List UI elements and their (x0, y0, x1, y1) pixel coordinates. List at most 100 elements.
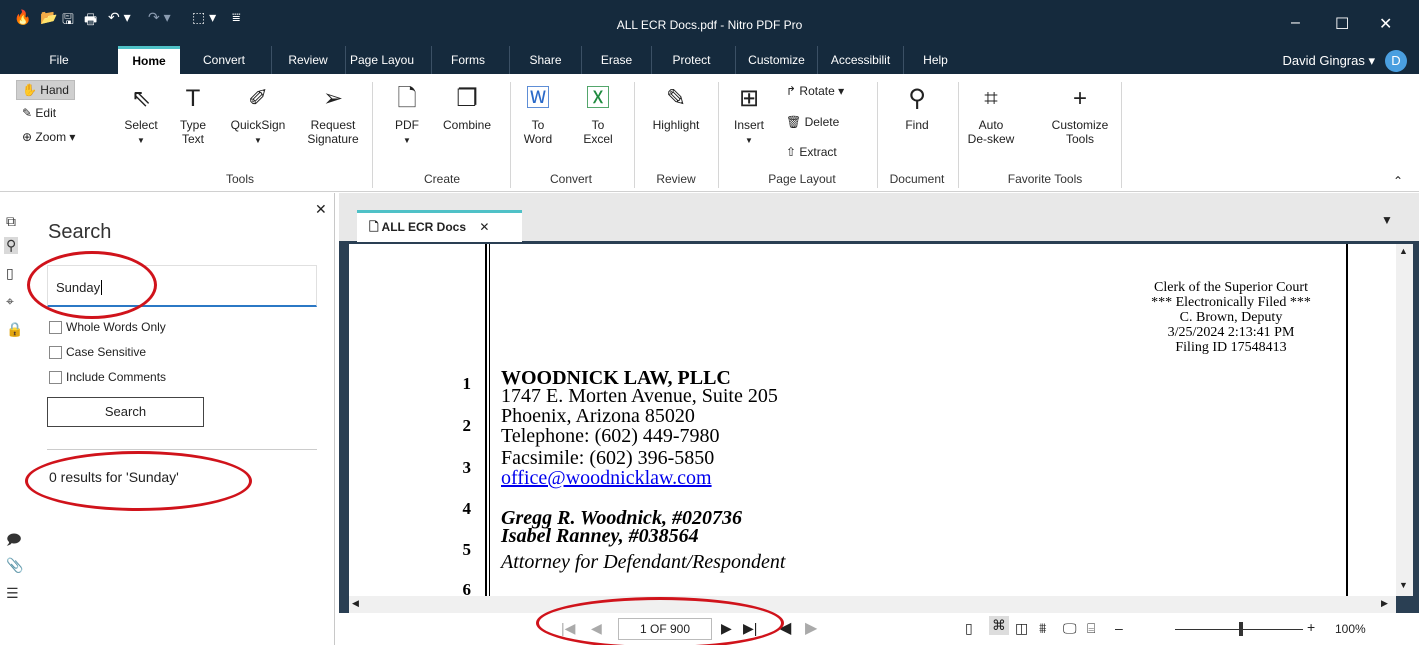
pdf-page[interactable]: Clerk of the Superior Court *** Electron… (349, 244, 1396, 596)
quicksign-button[interactable]: ✐ QuickSign ▼ (224, 84, 292, 148)
close-panel-icon[interactable]: ✕ (315, 201, 327, 218)
highlight-button[interactable]: ✎ Highlight (641, 84, 711, 132)
include-comments-checkbox[interactable]: Include Comments (49, 369, 166, 385)
single-page-view-icon[interactable]: ▯ (965, 620, 973, 637)
edit-tool[interactable]: ✎ Edit (22, 106, 56, 120)
send-icon: ➢ (322, 85, 344, 112)
zoom-level-text: 100% (1335, 622, 1366, 636)
email-link[interactable]: office@woodnicklaw.com (501, 468, 712, 488)
group-divider (958, 82, 959, 188)
customize-tools-button[interactable]: + Customize Tools (1040, 84, 1120, 146)
horizontal-scrollbar[interactable]: ◀ ▶ (349, 596, 1396, 613)
select-button[interactable]: ⇖ Select ▼ (118, 84, 164, 148)
line-number: 5 (462, 540, 472, 559)
group-divider (877, 82, 878, 188)
type-text-button[interactable]: T Type Text (173, 84, 213, 146)
vertical-scrollbar[interactable]: ▲ ▼ (1396, 244, 1413, 596)
group-page-layout-label: Page Layout (768, 172, 836, 186)
trash-icon: 🗑 (786, 115, 802, 129)
document-tab[interactable]: 🗋 ALL ECR Docs ✕ (357, 210, 522, 242)
zoom-slider-thumb[interactable] (1239, 622, 1243, 636)
case-sensitive-label: Case Sensitive (66, 345, 147, 359)
maximize-icon[interactable]: ☐ (1335, 14, 1349, 34)
two-page-view-icon[interactable]: ◫ (1015, 620, 1028, 637)
menu-share[interactable]: Share (509, 46, 581, 74)
menu-page-layout[interactable]: Page Layou (345, 46, 418, 74)
attachment-icon[interactable]: 📎 (6, 557, 23, 574)
minimize-icon[interactable]: – (1291, 14, 1300, 32)
hand-tool[interactable]: ✋ Hand (16, 80, 75, 100)
forward-view-icon[interactable]: ▶ (805, 618, 817, 638)
full-screen-icon[interactable]: ⌸ (1087, 620, 1095, 637)
lock-icon[interactable]: 🔒 (6, 321, 23, 338)
group-create-label: Create (423, 172, 461, 186)
scroll-up-icon[interactable]: ▲ (1399, 246, 1408, 256)
filing-stamp: Clerk of the Superior Court *** Electron… (1116, 280, 1346, 355)
menu-protect[interactable]: Protect (651, 46, 731, 74)
to-excel-label: To Excel (583, 118, 613, 146)
output-icon[interactable]: ☰ (6, 585, 19, 602)
close-icon[interactable]: ✕ (1379, 14, 1392, 34)
delete-button[interactable]: 🗑 Delete (786, 115, 839, 129)
menu-customize[interactable]: Customize (735, 46, 817, 74)
scroll-down-icon[interactable]: ▼ (1399, 580, 1408, 590)
combine-label: Combine (442, 118, 492, 132)
margin-rule (1346, 244, 1348, 596)
pages-icon[interactable]: ⧉ (6, 213, 16, 230)
chevron-down-icon: ▼ (745, 136, 753, 145)
zoom-in-icon[interactable]: + (1307, 619, 1315, 635)
comment-icon[interactable]: 🗩 (6, 529, 22, 553)
extract-icon: ⇧ (786, 145, 797, 159)
auto-deskew-label: Auto De-skew (967, 118, 1015, 146)
user-menu[interactable]: David Gingras ▾ (1282, 50, 1375, 72)
menu-help[interactable]: Help (903, 46, 967, 74)
request-signature-button[interactable]: ➢ Request Signature (298, 84, 368, 146)
find-button[interactable]: ⚲ Find (892, 84, 942, 132)
auto-deskew-button[interactable]: ⌗ Auto De-skew (965, 84, 1017, 146)
to-word-label: To Word (523, 118, 553, 146)
collapse-ribbon-icon[interactable]: ⌃ (1393, 174, 1403, 188)
status-bar: |◀ ◀ 1 OF 900 ▶ ▶| ◀ ▶ ▯ ⌘ ◫ ⩩ 🖵 ⌸ – + 1… (339, 613, 1419, 645)
pdf-label: PDF (395, 118, 419, 132)
presentation-view-icon[interactable]: 🖵 (1063, 620, 1077, 637)
menu-review[interactable]: Review (271, 46, 344, 74)
extract-label: Extract (799, 145, 837, 159)
line-number: 4 (462, 499, 472, 518)
menu-file[interactable]: File (30, 46, 88, 74)
two-page-continuous-icon[interactable]: ⩩ (1039, 620, 1046, 637)
case-sensitive-checkbox[interactable]: Case Sensitive (49, 344, 146, 360)
extract-button[interactable]: ⇧ Extract (786, 145, 837, 159)
edit-icon: ✎ (22, 106, 33, 120)
scroll-left-icon[interactable]: ◀ (352, 598, 359, 609)
avatar[interactable]: D (1385, 50, 1407, 72)
search-icon[interactable]: ⚲ (4, 237, 19, 254)
zoom-tool[interactable]: ⊕ Zoom ▾ (22, 130, 75, 144)
menu-forms[interactable]: Forms (431, 46, 504, 74)
combine-button[interactable]: ❐ Combine (437, 84, 497, 132)
rotate-button[interactable]: ↱ Rotate ▾ (786, 84, 844, 98)
line-number: 1 (462, 374, 472, 393)
edit-label: Edit (35, 106, 57, 120)
search-button[interactable]: Search (47, 397, 204, 427)
tab-list-chevron-icon[interactable]: ▼ (1381, 213, 1393, 227)
insert-button[interactable]: ⊞ Insert ▼ (727, 84, 771, 148)
word-icon: 🅆 (526, 85, 550, 112)
to-excel-button[interactable]: 🅇 To Excel (578, 84, 618, 146)
to-word-button[interactable]: 🅆 To Word (520, 84, 556, 146)
whole-words-checkbox[interactable]: Whole Words Only (49, 319, 166, 335)
continuous-view-icon[interactable]: ⌘ (989, 616, 1009, 635)
menu-erase[interactable]: Erase (581, 46, 651, 74)
menu-convert[interactable]: Convert (187, 46, 261, 74)
zoom-out-icon[interactable]: – (1115, 620, 1123, 636)
tab-close-icon[interactable]: ✕ (479, 220, 489, 234)
menu-home[interactable]: Home (118, 46, 180, 74)
deskew-icon: ⌗ (984, 85, 998, 112)
group-divider (634, 82, 635, 188)
stamp-line: Filing ID 17548413 (1175, 340, 1287, 355)
pdf-button[interactable]: 🗋 PDF ▼ (387, 84, 427, 148)
role-line: Attorney for Defendant/Respondent (501, 551, 786, 573)
scroll-right-icon[interactable]: ▶ (1381, 598, 1388, 609)
bookmark-icon[interactable]: ▯ (6, 265, 14, 282)
menu-accessibility[interactable]: Accessibilit (817, 46, 903, 74)
tag-icon[interactable]: ⌖ (6, 293, 14, 310)
